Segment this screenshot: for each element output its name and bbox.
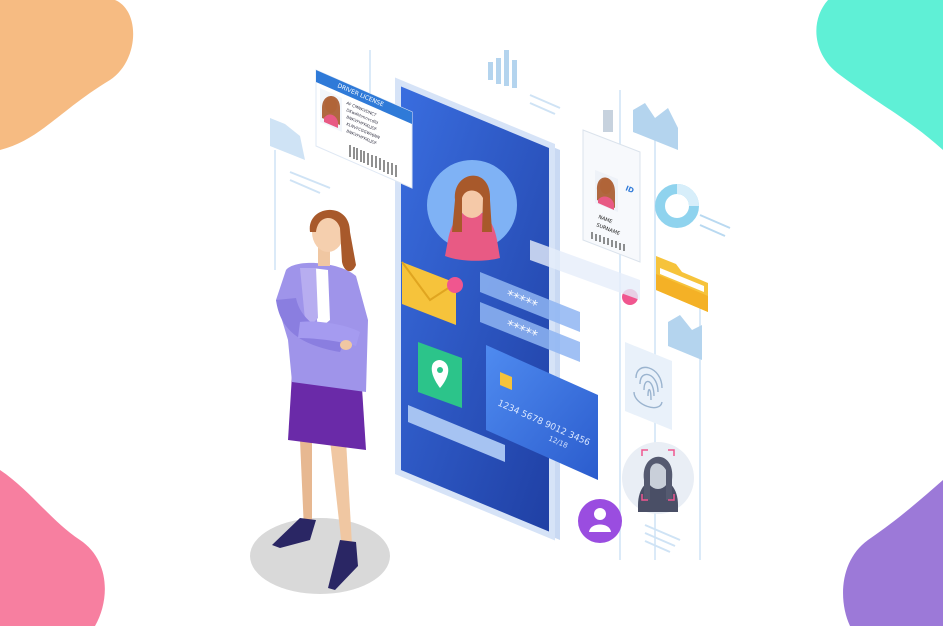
bar-chart-lines bbox=[529, 94, 561, 115]
small-chart-icon bbox=[668, 315, 702, 360]
bar-chart-icon bbox=[488, 50, 517, 88]
folder-icon bbox=[656, 256, 708, 312]
user-profile-icon bbox=[578, 499, 622, 543]
blob-bottom-left bbox=[0, 470, 105, 626]
blob-top-right bbox=[816, 0, 943, 150]
blob-top-left bbox=[0, 0, 134, 150]
left-lines bbox=[289, 171, 331, 194]
donut-legend bbox=[699, 214, 731, 237]
face-scan-icon bbox=[622, 442, 694, 514]
fingerprint-icon bbox=[625, 342, 672, 430]
id-badge-icon: ID NAME SURNAME bbox=[582, 110, 641, 263]
illustration-canvas: ***** ***** 1234 5678 9012 3456 12/18 DR… bbox=[0, 0, 943, 626]
face-lines bbox=[644, 524, 681, 553]
donut-chart-icon bbox=[655, 184, 699, 228]
floor-shadow bbox=[250, 518, 390, 594]
blob-bottom-right bbox=[843, 480, 943, 626]
